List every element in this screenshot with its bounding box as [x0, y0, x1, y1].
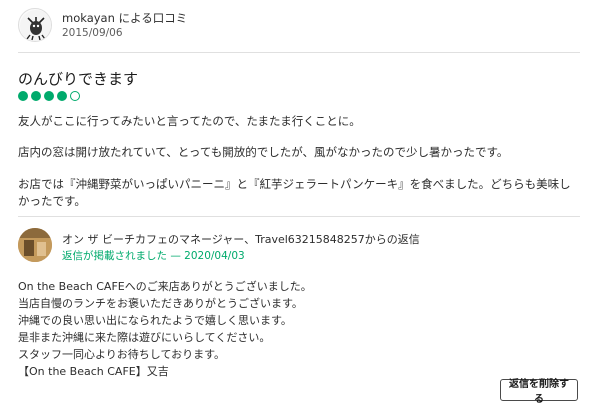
review-divider-top	[18, 52, 580, 53]
review-paragraph: 店内の窓は開け放たれていて、とっても開放的でしたが、風がなかったので少し暑かった…	[18, 145, 509, 159]
delete-response-button[interactable]: 返信を削除する	[500, 379, 578, 405]
rating-bubbles	[18, 91, 80, 101]
owner-response-header: オン ザ ビーチカフェのマネージャー、Travel63215848257からの返…	[62, 233, 420, 246]
owner-response-line: 当店自慢のランチをお褒いただきありがとうございます。	[18, 297, 303, 310]
reviewer-avatar[interactable]	[18, 8, 52, 42]
owner-avatar	[18, 228, 52, 262]
owner-response-line: On the Beach CAFEへのご来店ありがとうございました。	[18, 280, 312, 293]
review-paragraph: お店では『沖縄野菜がいっぱいパニーニ』と『紅芋ジェラートパンケーキ』を食べました…	[18, 177, 571, 208]
review-divider-response	[18, 216, 580, 217]
owner-response-date: 返信が掲載されました — 2020/04/03	[62, 250, 245, 262]
owner-response-line: 沖縄での良い思い出になられたようで嬉しく思います。	[18, 314, 292, 327]
reviewer-avatar-image	[20, 10, 51, 41]
rating-bubble-filled	[44, 91, 54, 101]
review-date: 2015/09/06	[62, 27, 123, 39]
review-paragraph: 友人がここに行ってみたいと言ってたので、たまたま行くことに。	[18, 114, 361, 128]
owner-avatar-image	[18, 228, 52, 262]
owner-response-line: 是非また沖縄に来た際は遊びにいらしてください。	[18, 331, 271, 344]
owner-response-line: 【On the Beach CAFE】又吉	[18, 365, 169, 378]
rating-bubble-filled	[18, 91, 28, 101]
rating-bubble-empty	[70, 91, 80, 101]
reviewer-name[interactable]: mokayan による口コミ	[62, 10, 187, 26]
owner-response-line: スタッフ一同心よりお待ちしております。	[18, 348, 226, 361]
rating-bubble-filled	[31, 91, 41, 101]
rating-bubble-filled	[57, 91, 67, 101]
review-title[interactable]: のんびりできます	[18, 68, 138, 89]
